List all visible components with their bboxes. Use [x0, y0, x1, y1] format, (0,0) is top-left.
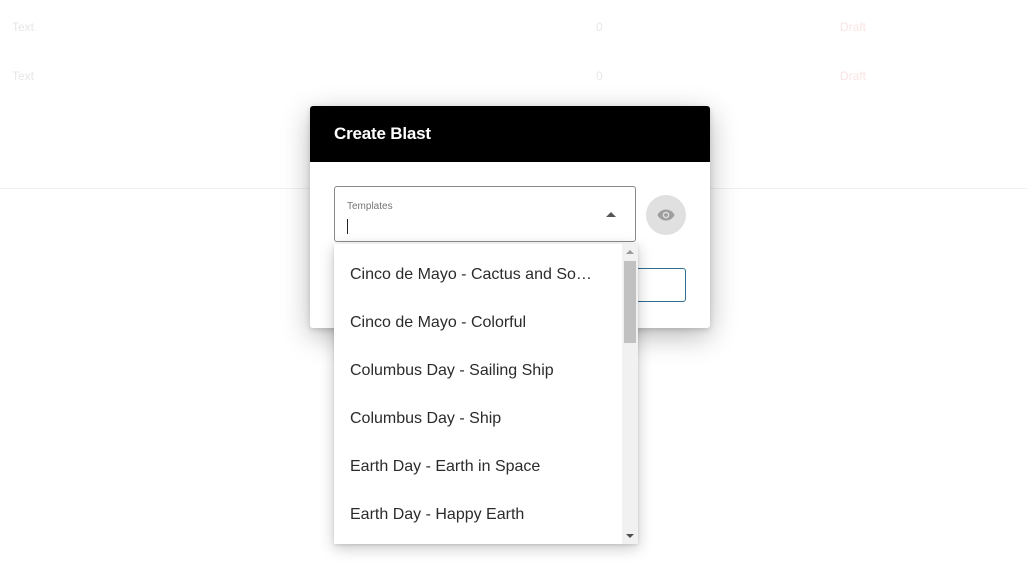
list-item[interactable]: Columbus Day - Ship — [334, 395, 622, 443]
row-status: Draft — [840, 20, 867, 34]
templates-label: Templates — [347, 201, 393, 212]
text-caret — [347, 219, 348, 234]
list-item[interactable]: Earth Day - Happy Earth — [334, 491, 622, 539]
list-item[interactable]: Cinco de Mayo - Colorful — [334, 299, 622, 347]
scrollbar-thumb[interactable] — [624, 261, 636, 343]
templates-input[interactable] — [346, 215, 596, 237]
list-row: Text 0 Draft — [0, 69, 1027, 89]
scroll-down-icon[interactable] — [626, 534, 634, 538]
eye-icon — [657, 209, 675, 221]
row-type: Text — [12, 20, 35, 34]
preview-button[interactable] — [646, 195, 686, 235]
list-item[interactable]: Earth Day - Earth in Space — [334, 443, 622, 491]
list-row: Text 0 Draft — [0, 20, 1027, 40]
scrollbar[interactable] — [622, 244, 638, 544]
dialog-header: Create Blast — [310, 106, 710, 162]
templates-dropdown-list: Cinco de Mayo - Cactus and Sombrero Cinc… — [334, 244, 638, 544]
list-item[interactable]: Columbus Day - Sailing Ship — [334, 347, 622, 395]
arrow-up-icon[interactable] — [606, 212, 616, 217]
list-item[interactable]: Cinco de Mayo - Cactus and Sombrero — [334, 251, 622, 299]
row-count: 0 — [596, 20, 603, 34]
dialog-title: Create Blast — [334, 124, 431, 143]
row-type: Text — [12, 69, 35, 83]
templates-select[interactable]: Templates — [334, 186, 636, 242]
row-count: 0 — [596, 69, 603, 83]
row-status: Draft — [840, 69, 867, 83]
scroll-up-icon[interactable] — [626, 250, 634, 254]
